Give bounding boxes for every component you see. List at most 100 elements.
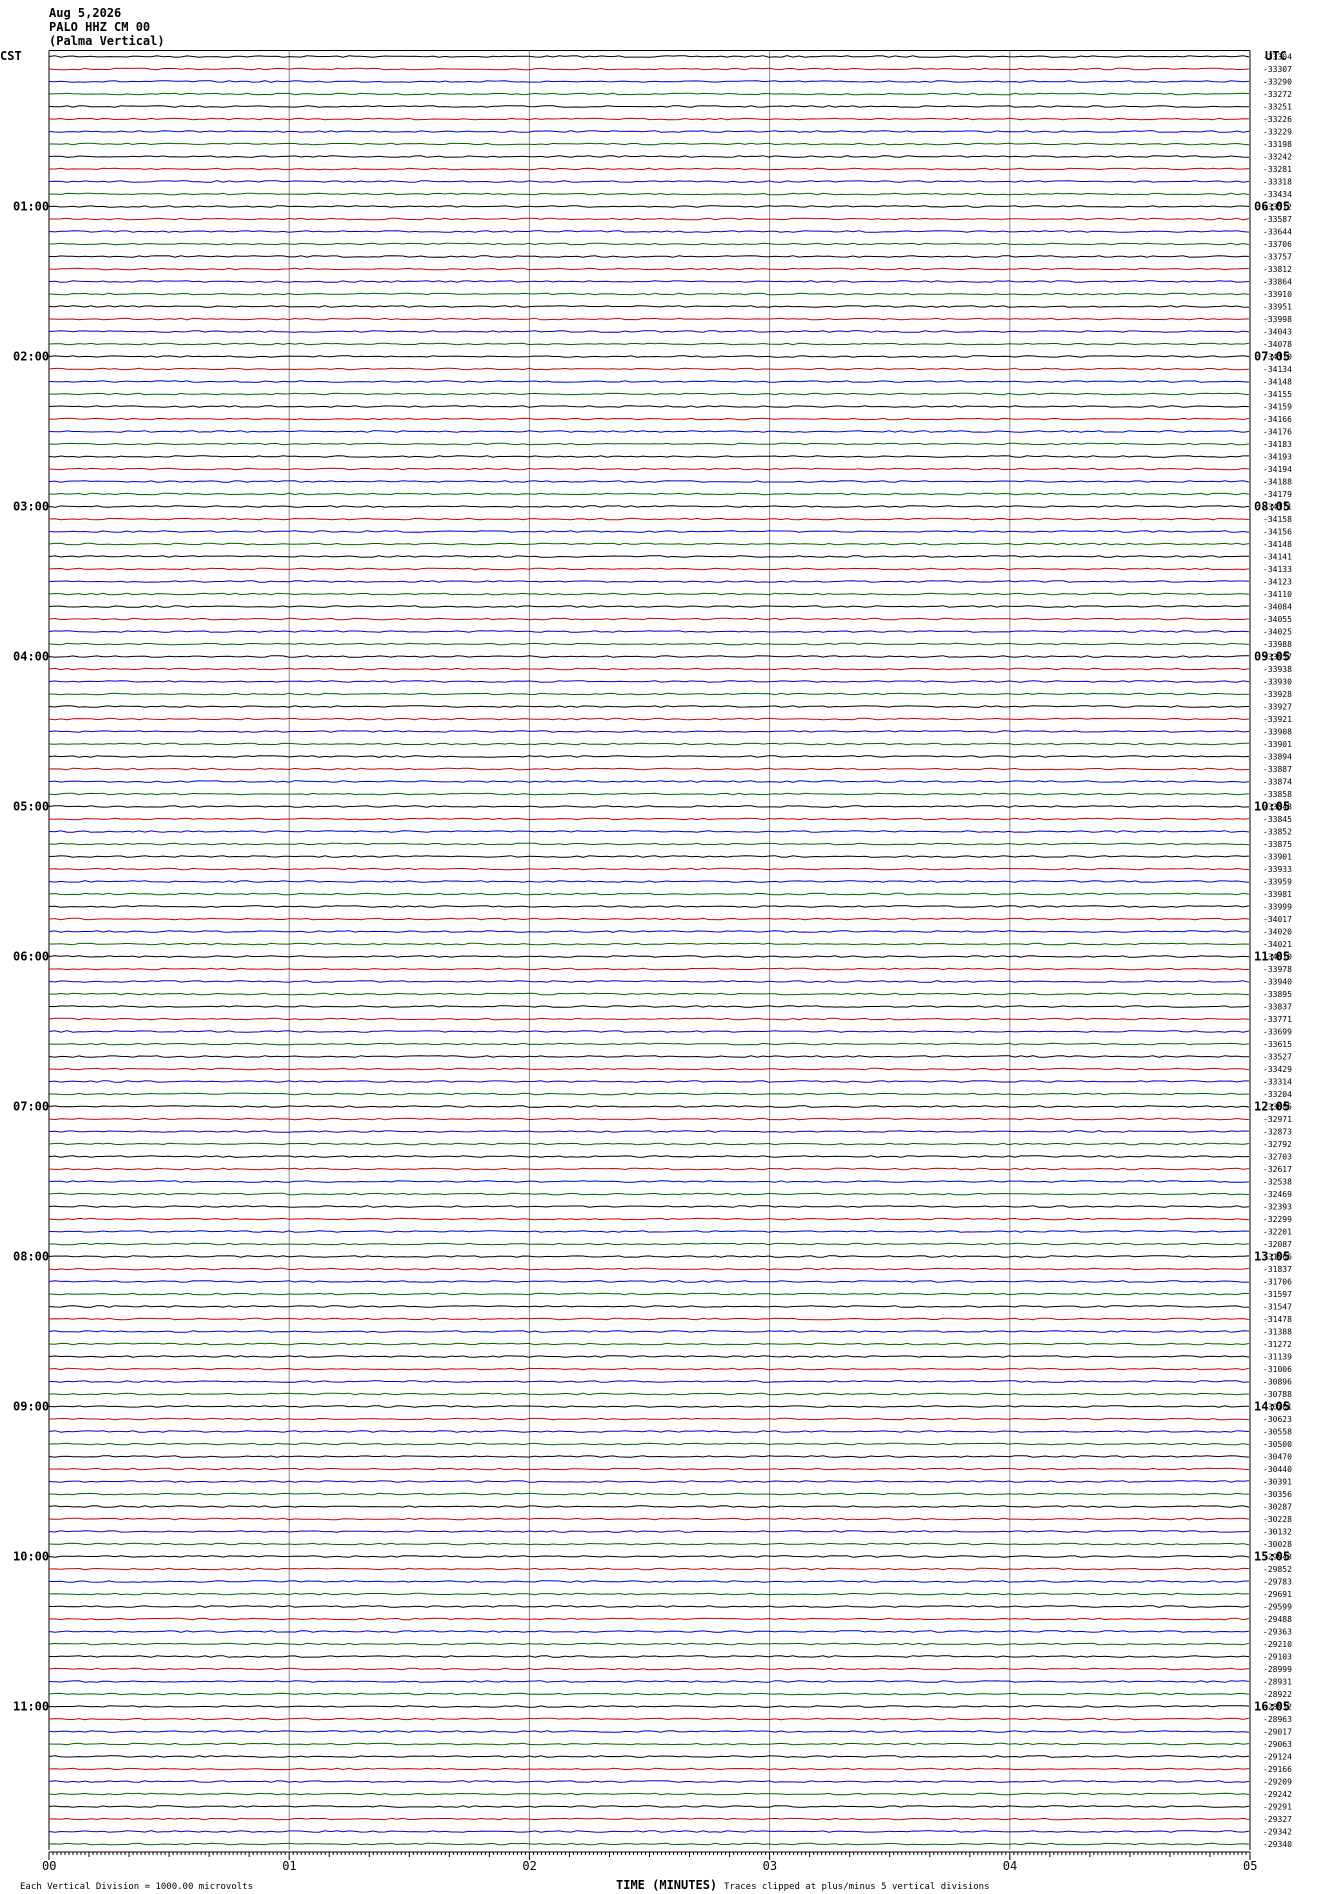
- trace-line: [48, 542, 1250, 546]
- trace-line: [48, 1255, 1250, 1258]
- trace-offset-label: -33978: [1263, 965, 1292, 974]
- hour-label-right: 15:05: [1254, 1550, 1290, 1564]
- trace-line: [49, 967, 1250, 971]
- hour-label-left: 04:00: [13, 650, 49, 664]
- trace-line: [48, 1230, 1250, 1233]
- trace-line: [48, 555, 1249, 558]
- trace-line: [48, 355, 1250, 358]
- trace-line: [48, 842, 1250, 846]
- trace-line: [48, 1442, 1250, 1446]
- trace-offset-label: -32299: [1263, 1215, 1292, 1224]
- trace-offset-label: -33706: [1263, 240, 1292, 249]
- trace-line: [48, 280, 1250, 283]
- trace-line: [48, 1330, 1250, 1333]
- trace-line: [48, 292, 1250, 296]
- trace-line: [48, 1067, 1250, 1071]
- trace-offset-label: -30896: [1263, 1378, 1292, 1387]
- trace-offset-label: -32087: [1263, 1240, 1292, 1249]
- trace-line: [48, 1405, 1250, 1408]
- trace-line: [48, 1105, 1250, 1108]
- trace-line: [48, 767, 1250, 771]
- trace-offset-label: -29691: [1263, 1590, 1292, 1599]
- trace-line: [49, 1242, 1250, 1246]
- hour-label-left: 03:00: [13, 500, 49, 514]
- hour-label-left: 10:00: [13, 1550, 49, 1564]
- trace-offset-label: -33901: [1263, 853, 1292, 862]
- trace-line: [48, 492, 1250, 496]
- trace-offset-label: -29063: [1263, 1740, 1292, 1749]
- trace-offset-label: -33845: [1263, 815, 1292, 824]
- trace-offset-label: -33699: [1263, 1028, 1292, 1037]
- trace-line: [48, 1680, 1250, 1683]
- trace-line: [48, 680, 1250, 683]
- trace-offset-label: -33981: [1263, 890, 1292, 899]
- trace-line: [48, 1642, 1250, 1646]
- trace-line: [48, 405, 1250, 408]
- x-axis-title: TIME (MINUTES): [616, 1878, 717, 1892]
- trace-offset-label: -34158: [1263, 515, 1292, 524]
- trace-offset-label: -33895: [1263, 990, 1292, 999]
- trace-offset-label: -33910: [1263, 290, 1292, 299]
- trace-offset-label: -33875: [1263, 840, 1292, 849]
- trace-offset-label: -32617: [1263, 1165, 1292, 1174]
- trace-offset-label: -33901: [1263, 740, 1292, 749]
- trace-offset-label: -29103: [1263, 1653, 1292, 1662]
- trace-line: [48, 155, 1250, 158]
- trace-offset-label: -30028: [1263, 1540, 1292, 1549]
- trace-offset-label: -33290: [1263, 78, 1292, 87]
- trace-line: [48, 105, 1250, 108]
- trace-line: [49, 942, 1250, 946]
- trace-line: [48, 267, 1250, 271]
- trace-line: [48, 855, 1250, 858]
- trace-offset-label: -34017: [1263, 915, 1292, 924]
- trace-line: [48, 867, 1250, 871]
- trace-offset-label: -33938: [1263, 665, 1292, 674]
- trace-offset-label: -33858: [1263, 790, 1292, 799]
- trace-line: [48, 1730, 1250, 1733]
- trace-line: [48, 1492, 1250, 1496]
- x-tick-label: 04: [1003, 1859, 1017, 1873]
- trace-offset-label: -34020: [1263, 928, 1292, 937]
- trace-offset-label: -31547: [1263, 1303, 1292, 1312]
- hour-label-right: 14:05: [1254, 1400, 1290, 1414]
- trace-offset-label: -33771: [1263, 1015, 1292, 1024]
- trace-line: [48, 130, 1250, 133]
- trace-line: [48, 192, 1250, 196]
- trace-offset-label: -30623: [1263, 1415, 1292, 1424]
- trace-line: [48, 1380, 1250, 1383]
- trace-offset-label: -30500: [1263, 1440, 1292, 1449]
- trace-line: [48, 1817, 1250, 1821]
- trace-offset-label: -33229: [1263, 128, 1292, 137]
- trace-offset-label: -32792: [1263, 1140, 1292, 1149]
- trace-line: [48, 1017, 1250, 1021]
- trace-offset-label: -33864: [1263, 278, 1292, 287]
- trace-line: [48, 717, 1250, 721]
- hour-label-left: 01:00: [13, 200, 49, 214]
- trace-line: [48, 1755, 1250, 1758]
- trace-line: [48, 1592, 1250, 1596]
- trace-offset-label: -33204: [1263, 1090, 1292, 1099]
- trace-line: [48, 442, 1250, 446]
- trace-line: [48, 667, 1250, 671]
- trace-line: [48, 330, 1250, 333]
- trace-line: [48, 1517, 1250, 1521]
- trace-line: [49, 1580, 1249, 1583]
- trace-line: [48, 655, 1249, 658]
- trace-offset-label: -34166: [1263, 415, 1292, 424]
- trace-offset-label: -29342: [1263, 1828, 1292, 1837]
- trace-line: [48, 180, 1250, 183]
- trace-offset-label: -31837: [1263, 1265, 1292, 1274]
- trace-offset-label: -33908: [1263, 728, 1292, 737]
- trace-offset-label: -33837: [1263, 1003, 1292, 1012]
- trace-offset-label: -34141: [1263, 553, 1292, 562]
- trace-line: [48, 1155, 1250, 1158]
- trace-line: [48, 1267, 1250, 1271]
- trace-line: [48, 205, 1250, 208]
- trace-line: [48, 1205, 1250, 1208]
- trace-line: [48, 955, 1250, 958]
- trace-offset-label: -29124: [1263, 1753, 1292, 1762]
- minute-gridlines: [48, 50, 1251, 1850]
- trace-line: [48, 230, 1250, 233]
- trace-offset-label: -31388: [1263, 1328, 1292, 1337]
- trace-offset-label: -28999: [1263, 1665, 1292, 1674]
